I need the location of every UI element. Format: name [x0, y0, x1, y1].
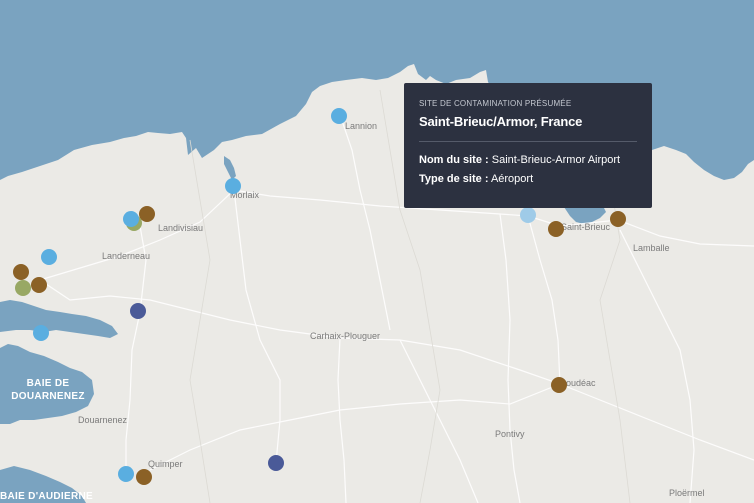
site-tooltip: SITE DE CONTAMINATION PRÉSUMÉE Saint-Bri… — [404, 83, 652, 208]
water-label: BAIE D'AUDIERNE — [0, 491, 93, 502]
town-label: Saint-Brieuc — [561, 222, 611, 232]
town-label: Ploërmel — [669, 488, 705, 498]
contamination-site-marker[interactable] — [551, 377, 567, 393]
contamination-site-marker[interactable] — [610, 211, 626, 227]
tooltip-kicker: SITE DE CONTAMINATION PRÉSUMÉE — [419, 99, 572, 108]
contamination-site-marker[interactable] — [118, 466, 134, 482]
contamination-site-marker[interactable] — [123, 211, 139, 227]
water-label: BAIE DE DOUARNENEZ — [11, 378, 85, 402]
tooltip-type-value: Aéroport — [490, 173, 534, 185]
contamination-site-marker[interactable] — [41, 249, 57, 265]
tooltip-divider — [419, 141, 637, 142]
contamination-site-marker-selected[interactable] — [520, 207, 536, 223]
contamination-site-marker[interactable] — [13, 264, 29, 280]
town-label: Landivisiau — [158, 223, 204, 233]
tooltip-type-label: Type de site : — [419, 173, 489, 185]
town-label: Quimper — [148, 459, 183, 469]
contamination-site-marker[interactable] — [33, 325, 49, 341]
contamination-site-marker[interactable] — [268, 455, 284, 471]
town-label: Landerneau — [102, 251, 151, 261]
contamination-site-marker[interactable] — [136, 469, 152, 485]
contamination-site-marker[interactable] — [15, 280, 31, 296]
tooltip-title: Saint-Brieuc/Armor, France — [419, 114, 583, 129]
contamination-site-marker[interactable] — [130, 303, 146, 319]
tooltip-name-value: Saint-Brieuc-Armor Airport — [491, 154, 621, 166]
town-label: Lamballe — [633, 243, 670, 253]
tooltip-row-name: Nom du site : Saint-Brieuc-Armor Airport — [419, 151, 637, 170]
town-label: Pontivy — [495, 429, 525, 439]
contamination-site-marker[interactable] — [331, 108, 347, 124]
tooltip-name-label: Nom du site : — [419, 154, 489, 166]
town-label: Carhaix-Plouguer — [310, 331, 381, 341]
contamination-site-marker[interactable] — [548, 221, 564, 237]
town-label: Lannion — [345, 121, 378, 131]
tooltip-row-type: Type de site : Aéroport — [419, 170, 637, 189]
contamination-site-marker[interactable] — [225, 178, 241, 194]
contamination-site-marker[interactable] — [31, 277, 47, 293]
town-label: Douarnenez — [78, 415, 128, 425]
